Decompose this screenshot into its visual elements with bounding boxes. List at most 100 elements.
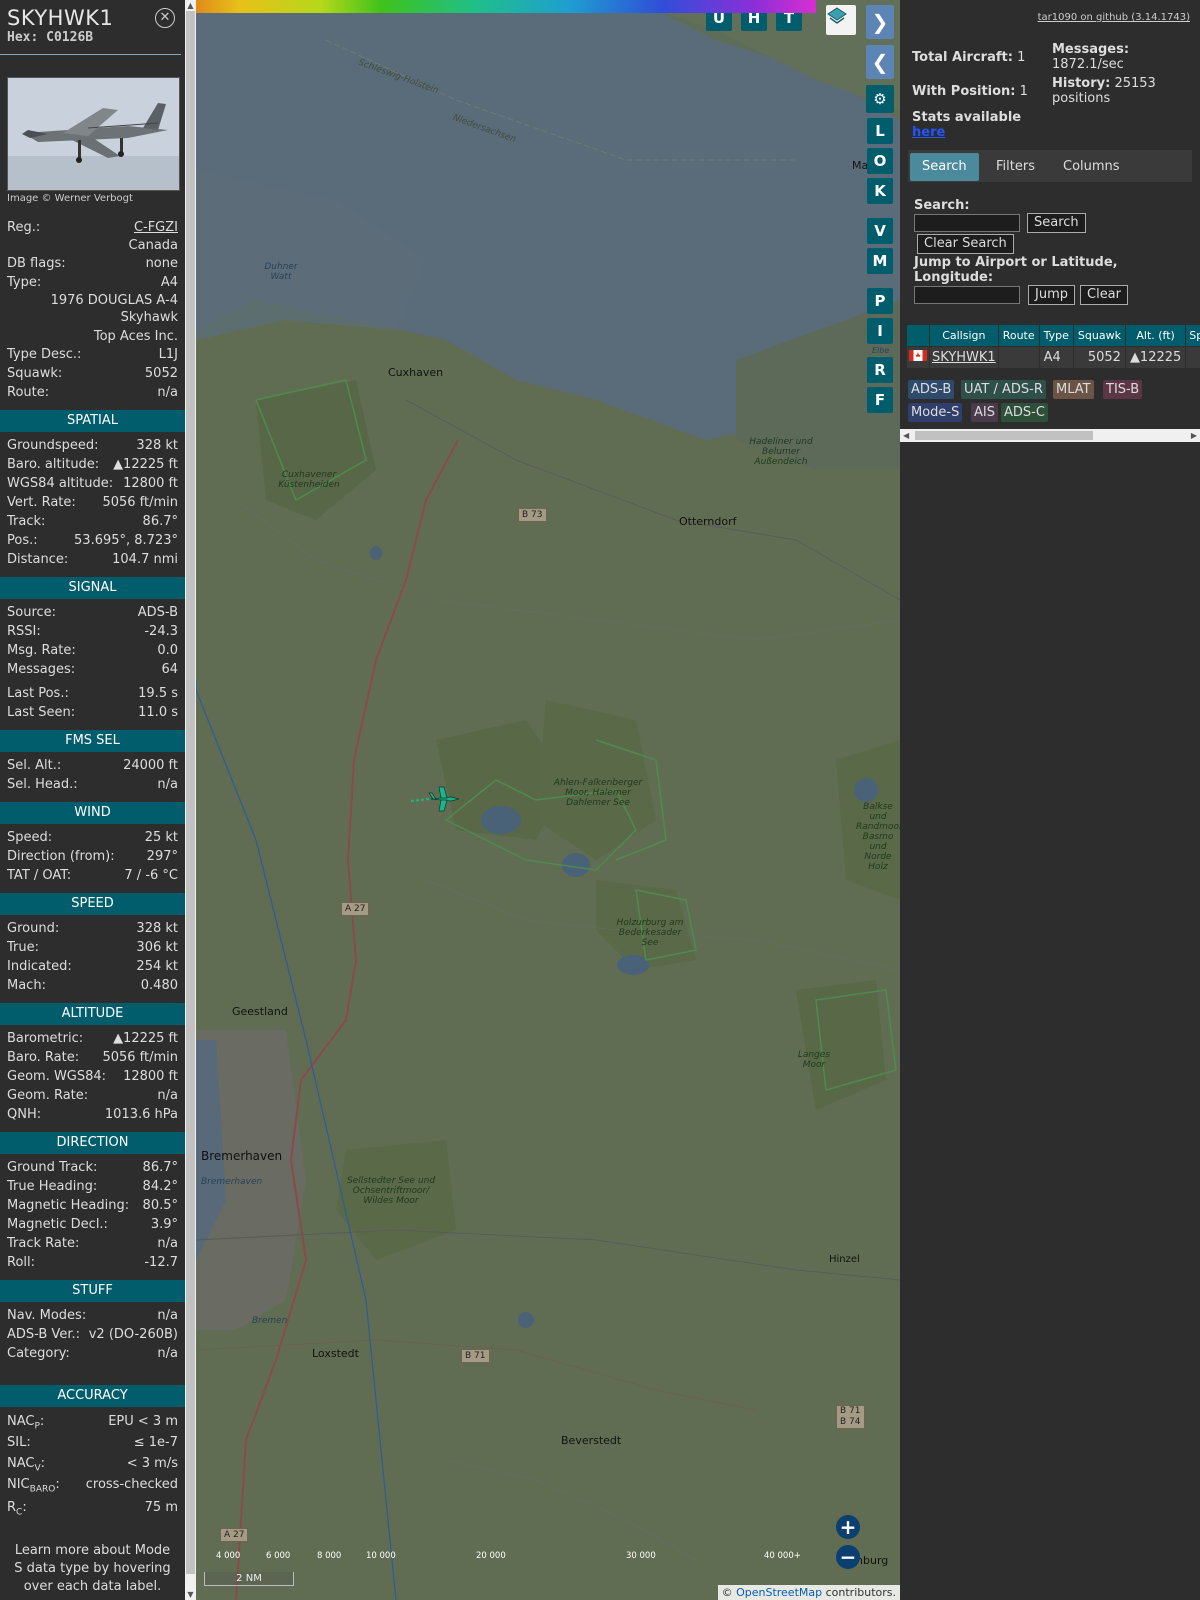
info-label: ADS-B Ver.: [7,1327,80,1342]
hex-label: Hex: [7,30,39,45]
github-link[interactable]: tar1090 on github (3.14.1743) [1038,12,1190,23]
scroll-left-icon[interactable]: ◀ [903,429,909,442]
info-row: Vert. Rate: 5056 ft/min [0,493,185,512]
altitude-tick-label: 30 000 [626,1551,656,1561]
map-label-otterndorf: Otterndorf [679,515,737,528]
info-label: Messages: [7,662,76,677]
map-button-l[interactable]: L [867,118,893,144]
jump-button[interactable]: Jump [1028,285,1075,305]
db-flags-label: DB flags: [7,256,66,271]
sil-row: SIL: ≤ 1e-7 [0,1432,185,1453]
row-callsign[interactable]: SKYHWK1 [930,347,998,368]
type-label: Type: [7,275,42,290]
attribution-suffix: contributors. [822,1586,896,1599]
info-row: Track: 86.7° [0,512,185,531]
table-scroll-thumb[interactable] [915,431,1093,440]
info-value: 25 kt [144,830,178,845]
map-label-balkse: Balkse und Randmoor Basmo und Norde Holz [856,802,900,872]
nacv-label: NACV: [7,1456,46,1474]
info-row: Category: n/a [0,1344,185,1363]
map-button-f[interactable]: F [867,387,893,413]
map-button-k[interactable]: K [867,178,893,204]
info-label: Indicated: [7,959,72,974]
section-accuracy: ACCURACY [0,1385,185,1407]
table-row[interactable]: SKYHWK1 A4 5052 ▲12225 [907,347,1200,368]
source-badge: UAT / ADS-R [961,380,1046,399]
aircraft-photo[interactable] [7,77,180,191]
type-value: A4 [160,275,178,290]
info-label: Track: [7,514,46,529]
info-label: True: [7,940,39,955]
mode-s-help-note: Learn more about Mode S data type by hov… [14,1543,171,1594]
col-flag[interactable] [907,325,929,346]
row-route [998,347,1039,368]
squawk-label: Squawk: [7,366,63,381]
info-row: Barometric: ▲12225 ft [0,1029,185,1048]
info-value: 7 / -6 °C [124,868,178,883]
close-icon[interactable]: ✕ [155,8,175,28]
registration-link[interactable]: C-FGZI [134,218,178,237]
clear-button[interactable]: Clear [1080,285,1128,305]
nacp-base: NAC [7,1414,35,1429]
scroll-down-icon[interactable]: ▼ [185,1589,196,1600]
scroll-up-icon[interactable]: ▲ [185,0,196,11]
country: Canada [128,238,178,253]
type-row: Type: A4 [0,273,185,292]
col-altitude[interactable]: Alt. (ft) [1125,325,1186,346]
table-horizontal-scrollbar[interactable]: ◀ ▶ [900,429,1200,442]
tab-columns[interactable]: Columns [1051,153,1132,181]
scroll-right-icon[interactable]: ▶ [1191,429,1197,442]
stats-here-link[interactable]: here [912,125,945,140]
road-label-b71-top: B 71 [840,1406,861,1416]
clear-search-button[interactable]: Clear Search [917,234,1014,254]
map-button-p[interactable]: P [867,288,893,314]
info-row: QNH: 1013.6 hPa [0,1105,185,1124]
total-aircraft: Total Aircraft: 1 [912,50,1025,65]
jump-input[interactable] [914,286,1020,304]
map-button-m[interactable]: M [867,248,893,274]
sidebar-scrollbar[interactable]: ▲ ▼ [185,0,196,1600]
chevron-left-icon[interactable]: ❮ [866,45,894,79]
layers-icon[interactable] [826,5,856,35]
info-label: RSSI: [7,624,41,639]
chevron-right-icon[interactable]: ❯ [866,5,894,39]
nacp-value: EPU < 3 m [108,1414,178,1429]
col-callsign[interactable]: Callsign [930,325,998,346]
info-value: n/a [157,1088,178,1103]
reg-label: Reg.: [7,220,41,235]
col-squawk[interactable]: Squawk [1073,325,1125,346]
direction-rows: Ground Track: 86.7° True Heading: 84.2° Magn… [0,1158,185,1272]
sidebar-header: SKYHWK1 Hex: C0126B ✕ [0,0,181,55]
nicbaro-sub: BARO [29,1484,56,1495]
map-button-r[interactable]: R [867,357,893,383]
info-value: 64 [161,662,178,677]
col-route[interactable]: Route [998,325,1039,346]
tab-search[interactable]: Search [910,153,979,181]
map-attribution: © OpenStreetMap contributors. [717,1585,900,1600]
map-button-v[interactable]: V [867,218,893,244]
zoom-out-icon[interactable]: − [836,1545,860,1569]
altitude-color-legend [196,0,816,13]
signal-rows: Source: ADS-B RSSI: -24.3 Msg. Rate: 0.0 Messa… [0,603,185,679]
source-badge: Mode-S [908,403,963,422]
map-button-o[interactable]: O [867,148,893,174]
zoom-in-icon[interactable]: + [836,1515,860,1539]
search-input[interactable] [914,214,1020,232]
rc-base: R [7,1500,17,1515]
col-speed[interactable]: Sp [1186,325,1200,346]
tab-filters[interactable]: Filters [984,153,1047,181]
osm-link[interactable]: OpenStreetMap [736,1586,822,1599]
map-button-i[interactable]: I [867,318,893,344]
col-type[interactable]: Type [1039,325,1073,346]
aircraft-info-sidebar: SKYHWK1 Hex: C0126B ✕ Image © Werner Ver… [0,0,185,1600]
source-badge: AIS [971,403,998,422]
info-row: Nav. Modes: n/a [0,1306,185,1325]
info-value: 3.9° [150,1217,178,1232]
sidebar-scroll-thumb[interactable] [186,11,195,1574]
info-label: Last Pos.: [7,686,69,701]
settings-gear-icon[interactable]: ⚙ [866,85,894,113]
info-label: Track Rate: [7,1236,80,1251]
map-label-hinzel: Hinzel [829,1254,860,1265]
map-view[interactable]: Cuxhaven Otterndorf Geestland Bremerhave… [196,0,900,1600]
search-button[interactable]: Search [1027,213,1086,233]
